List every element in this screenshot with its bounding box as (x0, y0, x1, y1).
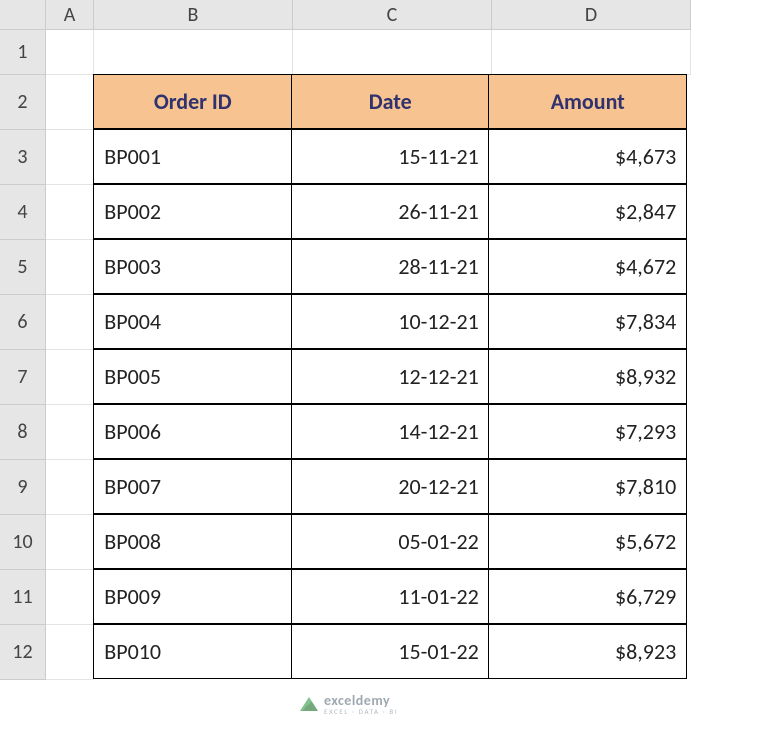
row-header-5[interactable]: 5 (0, 240, 46, 295)
cell-A5[interactable] (46, 240, 94, 295)
cell-B5[interactable]: BP003 (93, 239, 292, 294)
cell-B2[interactable]: Order ID (93, 74, 292, 129)
cell-B11[interactable]: BP009 (93, 569, 292, 624)
cell-D7[interactable]: $8,932 (488, 349, 687, 404)
cell-C9[interactable]: 20-12-21 (291, 459, 490, 514)
cell-A7[interactable] (46, 350, 94, 405)
cell-C5[interactable]: 28-11-21 (291, 239, 490, 294)
row-header-col: 123456789101112 (0, 30, 46, 680)
row-header-2[interactable]: 2 (0, 75, 46, 130)
row-header-7[interactable]: 7 (0, 350, 46, 405)
cell-D5[interactable]: $4,672 (488, 239, 687, 294)
cell-A12[interactable] (46, 625, 94, 680)
grid-row-3: BP00115-11-21$4,673 (46, 130, 691, 185)
cell-B7[interactable]: BP005 (93, 349, 292, 404)
cell-C3[interactable]: 15-11-21 (291, 129, 490, 184)
grid-row-6: BP00410-12-21$7,834 (46, 295, 691, 350)
row-header-3[interactable]: 3 (0, 130, 46, 185)
cell-D8[interactable]: $7,293 (488, 404, 687, 459)
cell-D1[interactable] (492, 30, 691, 75)
cell-B1[interactable] (94, 30, 293, 75)
watermark-logo-icon (300, 697, 318, 711)
cell-A11[interactable] (46, 570, 94, 625)
grid-row-7: BP00512-12-21$8,932 (46, 350, 691, 405)
cell-D11[interactable]: $6,729 (488, 569, 687, 624)
grid-row-1 (46, 30, 691, 75)
cell-D6[interactable]: $7,834 (488, 294, 687, 349)
grid-row-10: BP00805-01-22$5,672 (46, 515, 691, 570)
cell-A4[interactable] (46, 185, 94, 240)
grid-row-8: BP00614-12-21$7,293 (46, 405, 691, 460)
cell-grid: Order IDDateAmountBP00115-11-21$4,673BP0… (46, 30, 691, 680)
column-header-D[interactable]: D (492, 0, 691, 30)
cell-D3[interactable]: $4,673 (488, 129, 687, 184)
grid-row-11: BP00911-01-22$6,729 (46, 570, 691, 625)
cell-C8[interactable]: 14-12-21 (291, 404, 490, 459)
select-all-corner[interactable] (0, 0, 46, 30)
cell-A8[interactable] (46, 405, 94, 460)
cell-D4[interactable]: $2,847 (488, 184, 687, 239)
cell-B4[interactable]: BP002 (93, 184, 292, 239)
spreadsheet-viewport: ABCD 123456789101112 Order IDDateAmountB… (0, 0, 767, 731)
grid-row-9: BP00720-12-21$7,810 (46, 460, 691, 515)
cell-B3[interactable]: BP001 (93, 129, 292, 184)
cell-A1[interactable] (46, 30, 94, 75)
column-header-C[interactable]: C (293, 0, 492, 30)
column-header-B[interactable]: B (94, 0, 293, 30)
cell-C6[interactable]: 10-12-21 (291, 294, 490, 349)
watermark-text: exceldemy EXCEL · DATA · BI (324, 692, 398, 716)
cell-A2[interactable] (46, 75, 94, 130)
row-header-8[interactable]: 8 (0, 405, 46, 460)
cell-D10[interactable]: $5,672 (488, 514, 687, 569)
cell-A3[interactable] (46, 130, 94, 185)
cell-D2[interactable]: Amount (488, 74, 687, 129)
cell-C11[interactable]: 11-01-22 (291, 569, 490, 624)
row-header-4[interactable]: 4 (0, 185, 46, 240)
grid-row-5: BP00328-11-21$4,672 (46, 240, 691, 295)
grid-row-12: BP01015-01-22$8,923 (46, 625, 691, 680)
row-header-6[interactable]: 6 (0, 295, 46, 350)
cell-B9[interactable]: BP007 (93, 459, 292, 514)
cell-D12[interactable]: $8,923 (488, 624, 687, 679)
cell-A9[interactable] (46, 460, 94, 515)
cell-B12[interactable]: BP010 (93, 624, 292, 679)
cell-C4[interactable]: 26-11-21 (291, 184, 490, 239)
cell-A10[interactable] (46, 515, 94, 570)
cell-A6[interactable] (46, 295, 94, 350)
cell-B8[interactable]: BP006 (93, 404, 292, 459)
row-header-1[interactable]: 1 (0, 30, 46, 75)
column-header-A[interactable]: A (46, 0, 94, 30)
cell-B10[interactable]: BP008 (93, 514, 292, 569)
watermark: exceldemy EXCEL · DATA · BI (300, 692, 398, 716)
row-header-10[interactable]: 10 (0, 515, 46, 570)
column-header-row: ABCD (46, 0, 691, 30)
cell-C1[interactable] (293, 30, 492, 75)
row-header-9[interactable]: 9 (0, 460, 46, 515)
row-header-11[interactable]: 11 (0, 570, 46, 625)
cell-C10[interactable]: 05-01-22 (291, 514, 490, 569)
row-header-12[interactable]: 12 (0, 625, 46, 680)
cell-B6[interactable]: BP004 (93, 294, 292, 349)
cell-C12[interactable]: 15-01-22 (291, 624, 490, 679)
grid-row-2: Order IDDateAmount (46, 75, 691, 130)
cell-C7[interactable]: 12-12-21 (291, 349, 490, 404)
grid-row-4: BP00226-11-21$2,847 (46, 185, 691, 240)
cell-D9[interactable]: $7,810 (488, 459, 687, 514)
watermark-tagline: EXCEL · DATA · BI (324, 707, 398, 716)
cell-C2[interactable]: Date (291, 74, 490, 129)
